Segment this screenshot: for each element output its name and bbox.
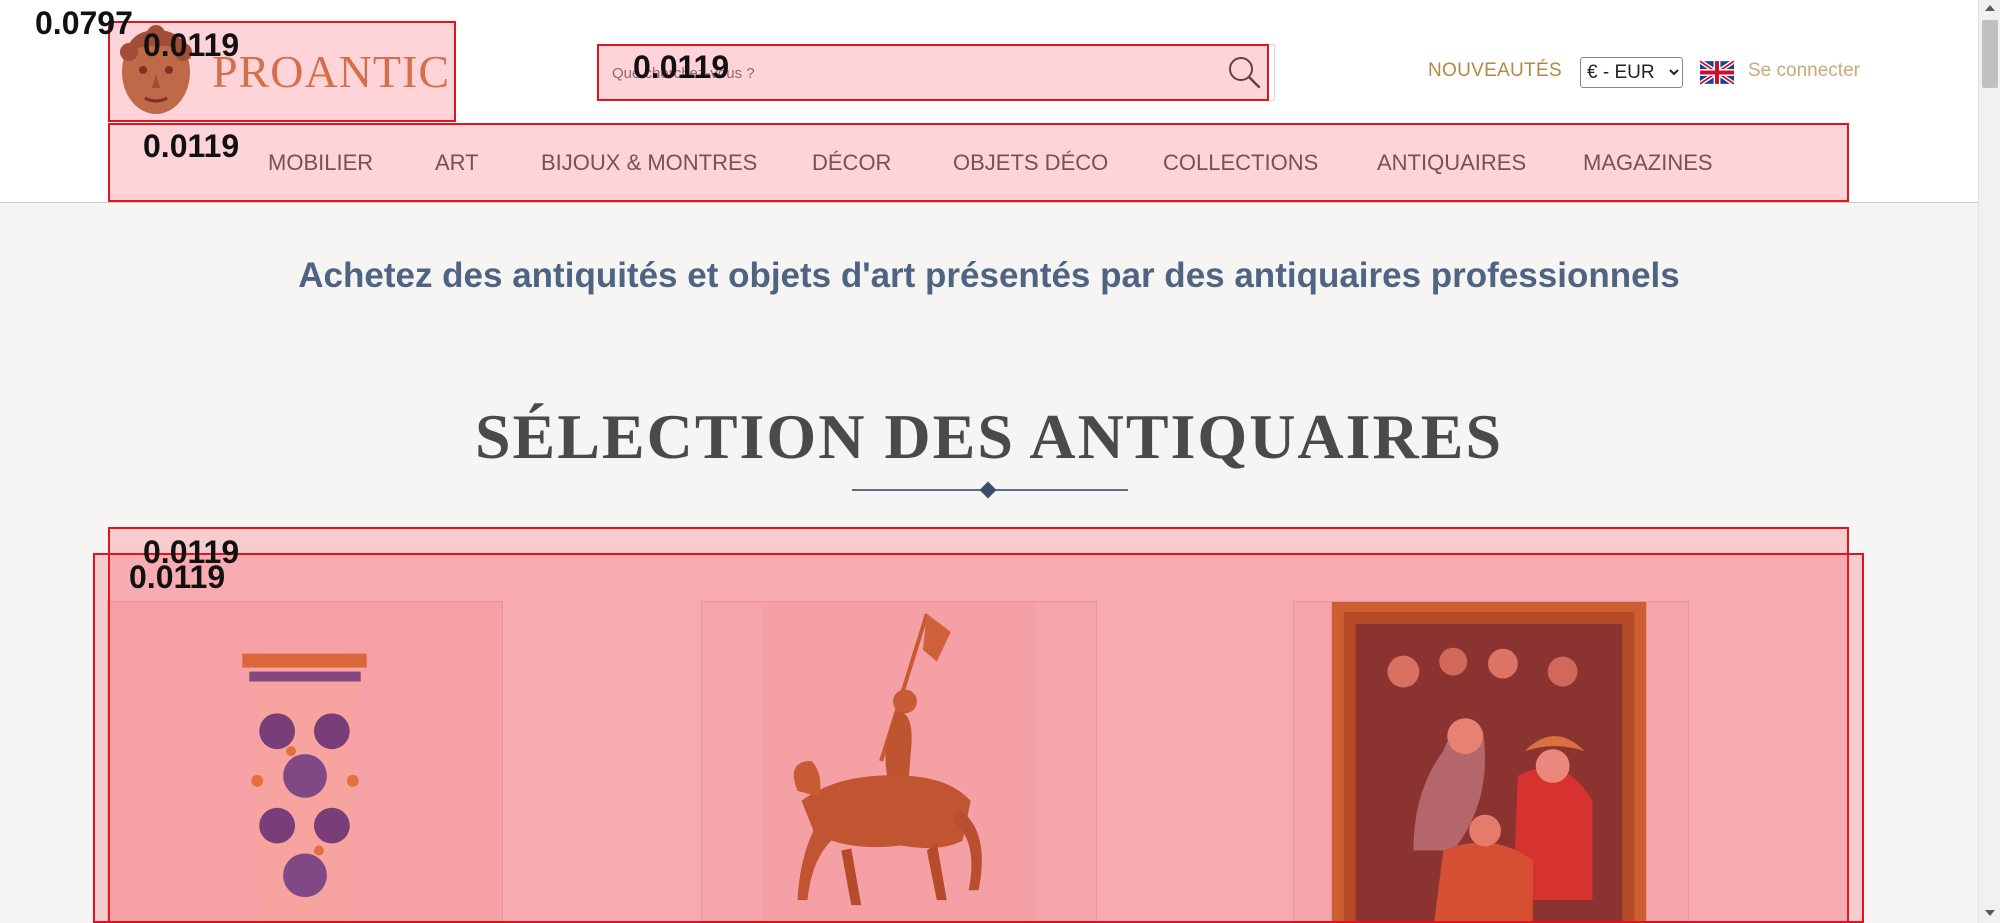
product-card-painting[interactable] bbox=[1293, 601, 1689, 923]
page-scrollbar[interactable] bbox=[1978, 0, 2000, 923]
framed-painting-image bbox=[1294, 602, 1688, 923]
bronze-statue-image bbox=[702, 602, 1096, 923]
nav-item-bijoux-montres[interactable]: BIJOUX & MONTRES bbox=[541, 150, 757, 176]
nouveautes-link[interactable]: NOUVEAUTÉS bbox=[1428, 60, 1562, 82]
nav-item-magazines[interactable]: MAGAZINES bbox=[1583, 150, 1713, 176]
uk-flag-icon[interactable] bbox=[1700, 60, 1734, 85]
nav-item-objets-deco[interactable]: OBJETS DÉCO bbox=[953, 150, 1108, 176]
tagline: Achetez des antiquités et objets d'art p… bbox=[298, 256, 1680, 295]
nav-item-decor[interactable]: DÉCOR bbox=[812, 150, 891, 176]
featured-cards bbox=[93, 553, 1864, 923]
nav-item-antiquaires[interactable]: ANTIQUAIRES bbox=[1377, 150, 1526, 176]
section-title: SÉLECTION DES ANTIQUAIRES bbox=[474, 401, 1504, 472]
search-icon[interactable] bbox=[1225, 53, 1263, 91]
nav-item-mobilier[interactable]: MOBILIER bbox=[268, 150, 373, 176]
majolica-vase-image bbox=[108, 602, 502, 923]
product-card-vase[interactable] bbox=[107, 601, 503, 923]
nav-item-collections[interactable]: COLLECTIONS bbox=[1163, 150, 1318, 176]
product-card-statue[interactable] bbox=[701, 601, 1097, 923]
main-nav: MOBILIER ART BIJOUX & MONTRES DÉCOR OBJE… bbox=[109, 124, 1849, 202]
login-link[interactable]: Se connecter bbox=[1748, 60, 1860, 82]
scroll-down-arrow-icon[interactable] bbox=[1985, 910, 1995, 916]
search-input[interactable] bbox=[612, 55, 1192, 91]
page: PROANTIC NOUVEAUTÉS € - EUR Se connecter… bbox=[0, 0, 1978, 923]
scroll-thumb[interactable] bbox=[1982, 20, 1998, 88]
logo-head-icon bbox=[120, 25, 192, 114]
logo-text: PROANTIC bbox=[212, 46, 451, 97]
site-header: PROANTIC NOUVEAUTÉS € - EUR Se connecter… bbox=[0, 0, 1978, 203]
scroll-up-arrow-icon[interactable] bbox=[1985, 5, 1995, 11]
currency-select[interactable]: € - EUR bbox=[1580, 57, 1683, 88]
logo[interactable]: PROANTIC bbox=[109, 22, 456, 121]
title-diamond-icon bbox=[979, 481, 997, 499]
nav-item-art[interactable]: ART bbox=[435, 150, 479, 176]
search-box bbox=[597, 44, 1275, 101]
